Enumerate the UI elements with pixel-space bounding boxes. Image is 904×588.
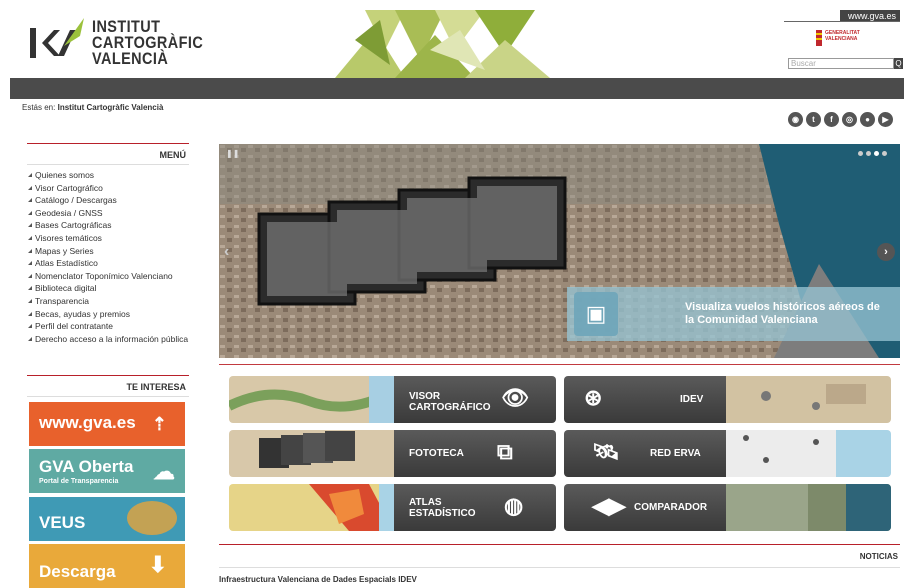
tile-idev[interactable]: ⊛ IDEV xyxy=(564,376,891,423)
map-thumbnail xyxy=(726,376,891,423)
slider-dot[interactable] xyxy=(882,151,887,156)
news-divider xyxy=(219,567,900,568)
globe-search-icon: ⊛ xyxy=(584,385,603,410)
menu-item-quienes-somos[interactable]: Quienes somos xyxy=(27,169,189,182)
tile-red-erva[interactable]: 🛰 RED ERVA xyxy=(564,430,891,477)
menu-item-nomenclator[interactable]: Nomenclator Toponímico Valenciano xyxy=(27,270,189,283)
promo-descarga-title: Descarga xyxy=(39,562,116,581)
menu-item-geodesia[interactable]: Geodesia / GNSS xyxy=(27,207,189,220)
photo-thumbnail xyxy=(229,430,394,477)
menu-item-becas[interactable]: Becas, ayudas y premios xyxy=(27,308,189,321)
up-arrow-icon: ⇡ xyxy=(151,414,167,434)
tile-comparador[interactable]: ◀▶ COMPARADOR xyxy=(564,484,891,531)
promo-oberta-title: GVA Oberta xyxy=(39,457,134,476)
tile-label: VISOR CARTOGRÁFICO xyxy=(409,391,491,413)
tile-fototeca[interactable]: FOTOTECA ⧉ xyxy=(229,430,556,477)
menu-item-atlas[interactable]: Atlas Estadístico xyxy=(27,257,189,270)
map-thumbnail xyxy=(726,484,891,531)
eye-icon: 👁 xyxy=(501,385,529,410)
satellite-icon: 🛰 xyxy=(592,439,620,464)
slider-caption-text: Visualiza vuelos históricos aéreos de la… xyxy=(685,301,880,326)
icv-logo-mark xyxy=(30,18,84,58)
gva-divider xyxy=(784,21,900,22)
main-navbar xyxy=(10,78,904,99)
menu-item-visores[interactable]: Visores temáticos xyxy=(27,232,189,245)
pause-icon[interactable]: ❚❚ xyxy=(226,149,239,158)
menu-item-bases[interactable]: Bases Cartográficas xyxy=(27,219,189,232)
promo-gva[interactable]: www.gva.es ⇡ xyxy=(29,402,185,446)
sidebar-menu: Quienes somos Visor Cartográfico Catálog… xyxy=(27,169,189,345)
promo-veus-title: VEUS xyxy=(39,513,86,532)
slider-dot-active[interactable] xyxy=(874,151,879,156)
search-input[interactable]: Buscar xyxy=(788,58,894,69)
menu-item-visor[interactable]: Visor Cartográfico xyxy=(27,182,189,195)
menu-item-mapas[interactable]: Mapas y Series xyxy=(27,245,189,258)
facebook-icon[interactable]: f xyxy=(824,112,839,127)
cloud-icon: ☁ xyxy=(153,459,175,484)
social-links: ◉ t f ◎ ● ▶ xyxy=(788,112,893,127)
te-interesa-title: TE INTERESA xyxy=(27,375,189,397)
news-header: NOTICIAS xyxy=(219,544,900,566)
photo-stack-icon: ▣ xyxy=(574,292,618,336)
header-banner-art xyxy=(335,10,550,78)
promo-gva-oberta[interactable]: GVA Oberta Portal de Transparencia ☁ xyxy=(29,449,185,493)
tile-label: ATLAS ESTADÍSTICO xyxy=(409,497,476,519)
sidebar: MENÚ Quienes somos Visor Cartográfico Ca… xyxy=(27,143,189,345)
youtube-icon[interactable]: ▶ xyxy=(878,112,893,127)
slider-dot[interactable] xyxy=(866,151,871,156)
twitter-icon[interactable]: t xyxy=(806,112,821,127)
download-icon: ⬇ xyxy=(148,552,167,577)
map-thumbnail xyxy=(726,430,891,477)
tile-visor-cartografico[interactable]: VISOR CARTOGRÁFICO 👁 xyxy=(229,376,556,423)
menu-item-catalogo[interactable]: Catálogo / Descargas xyxy=(27,194,189,207)
te-interesa-section: TE INTERESA xyxy=(27,375,189,397)
tile-atlas-estadistico[interactable]: ATLAS ESTADÍSTICO ◍ xyxy=(229,484,556,531)
breadcrumb: Estás en: Institut Cartogràfic Valencià xyxy=(22,103,163,112)
section-divider xyxy=(219,364,900,365)
generalitat-logo[interactable]: GENERALITAT VALENCIANA xyxy=(815,28,875,54)
icv-logo[interactable]: INSTITUT CARTOGRÀFIC VALENCIÀ xyxy=(30,18,223,68)
promo-descarga[interactable]: Descarga ⬇ xyxy=(29,544,185,588)
tile-label: IDEV xyxy=(680,394,704,405)
promo-oberta-subtitle: Portal de Transparencia xyxy=(39,478,119,485)
photos-icon: ⧉ xyxy=(497,439,513,464)
promo-gva-title: www.gva.es xyxy=(39,413,136,432)
promo-veus[interactable]: VEUS xyxy=(29,497,185,541)
map-thumbnail xyxy=(229,484,394,531)
generalitat-emblem-icon xyxy=(816,30,822,46)
menu-item-transparencia[interactable]: Transparencia xyxy=(27,295,189,308)
speech-bubble-icon xyxy=(127,501,177,535)
slider-dots xyxy=(858,151,887,156)
search-button[interactable]: Q xyxy=(894,58,903,69)
slider-dot[interactable] xyxy=(858,151,863,156)
breadcrumb-current[interactable]: Institut Cartogràfic Valencià xyxy=(58,103,164,112)
menu-item-derecho[interactable]: Derecho acceso a la información pública xyxy=(27,333,189,346)
tile-label: COMPARADOR xyxy=(634,502,708,513)
instagram-icon[interactable]: ◎ xyxy=(842,112,857,127)
menu-item-biblioteca[interactable]: Biblioteca digital xyxy=(27,282,189,295)
breadcrumb-prefix: Estás en: xyxy=(22,103,56,112)
site-header: INSTITUT CARTOGRÀFIC VALENCIÀ www.gva.es… xyxy=(0,0,904,78)
compare-arrows-icon: ◀▶ xyxy=(592,493,626,518)
rss-icon[interactable]: ◉ xyxy=(788,112,803,127)
flickr-icon[interactable]: ● xyxy=(860,112,875,127)
news-item-link[interactable]: Infraestructura Valenciana de Dades Espa… xyxy=(219,575,417,584)
logo-text: INSTITUT CARTOGRÀFIC VALENCIÀ xyxy=(92,17,204,68)
tile-label: RED ERVA xyxy=(650,448,701,459)
globe-chart-icon: ◍ xyxy=(504,493,524,518)
map-thumbnail xyxy=(229,376,394,423)
tile-label: FOTOTECA xyxy=(409,448,464,459)
menu-item-perfil[interactable]: Perfil del contratante xyxy=(27,320,189,333)
slider-next-icon[interactable]: › xyxy=(877,243,895,261)
slider-prev-icon[interactable]: ‹ xyxy=(224,243,229,261)
menu-title: MENÚ xyxy=(27,143,189,165)
